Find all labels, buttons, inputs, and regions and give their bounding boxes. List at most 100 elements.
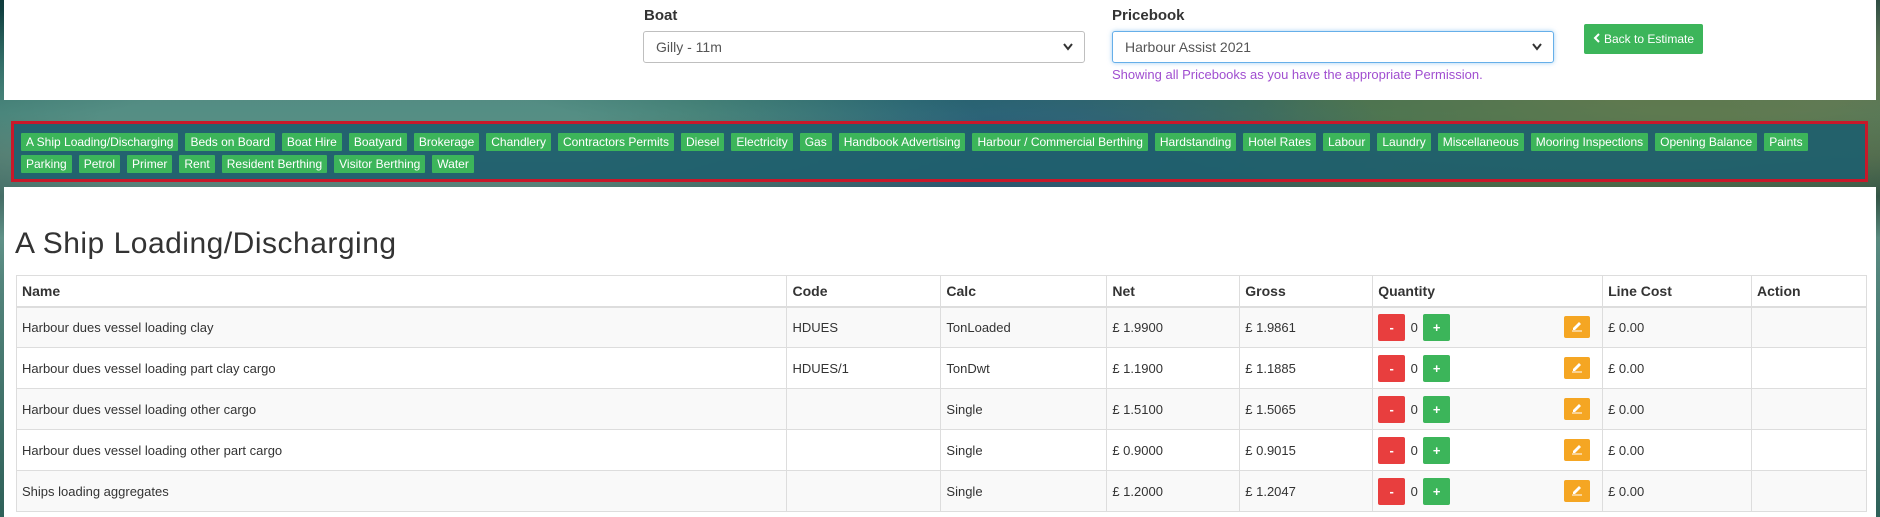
table-header-row: Name Code Calc Net Gross Quantity Line C… [15,275,1867,308]
boat-select-value: Gilly - 11m [656,39,722,55]
edit-quantity-button[interactable] [1564,439,1591,461]
pencil-icon [1571,443,1583,458]
increase-quantity-button[interactable]: + [1423,477,1451,505]
category-button[interactable]: Beds on Board [185,133,275,151]
item-net: £ 0.9000 [1106,429,1241,471]
category-button[interactable]: Mooring Inspections [1530,133,1649,151]
category-button[interactable]: Chandlery [486,133,551,151]
category-button[interactable]: Paints [1764,133,1808,151]
item-action [1751,388,1867,430]
item-quantity: -0 + [1372,347,1604,389]
item-name: Harbour dues vessel loading other cargo [15,388,788,430]
increase-quantity-button[interactable]: + [1423,354,1451,382]
category-button[interactable]: Electricity [731,133,793,151]
category-button[interactable]: Parking [21,155,72,173]
increase-quantity-button[interactable]: + [1423,436,1451,464]
item-name: Harbour dues vessel loading clay [15,306,788,348]
category-button[interactable]: Brokerage [413,133,480,151]
decrease-quantity-button[interactable]: - [1378,436,1406,464]
category-button[interactable]: Opening Balance [1655,133,1758,151]
item-quantity: -0 + [1372,388,1604,430]
column-header-line-cost: Line Cost [1602,275,1752,308]
category-button[interactable]: Rent [179,155,215,173]
category-button[interactable]: Diesel [681,133,725,151]
column-header-code: Code [786,275,942,308]
item-gross: £ 1.2047 [1239,470,1374,512]
item-code: HDUES/1 [786,347,942,389]
category-button[interactable]: Laundry [1377,133,1431,151]
column-header-action: Action [1751,275,1867,308]
category-button[interactable]: Primer [127,155,173,173]
pricebook-select-value: Harbour Assist 2021 [1125,39,1252,55]
increase-quantity-button[interactable]: + [1423,313,1451,341]
item-quantity: -0 + [1372,429,1604,471]
category-button[interactable]: Boatyard [348,133,407,151]
item-action [1751,306,1867,348]
pencil-icon [1571,361,1583,376]
category-button[interactable]: Harbour / Commercial Berthing [972,133,1148,151]
boat-select[interactable]: Gilly - 11m [643,31,1085,63]
item-code [786,388,942,430]
pricebook-items-table: Name Code Calc Net Gross Quantity Line C… [15,275,1867,512]
item-code: HDUES [786,306,942,348]
edit-quantity-button[interactable] [1564,480,1591,502]
column-header-calc: Calc [940,275,1108,308]
increase-quantity-button[interactable]: + [1423,395,1451,423]
item-calc: Single [940,388,1108,430]
category-button[interactable]: Water [432,155,474,173]
pricebook-select[interactable]: Harbour Assist 2021 [1112,31,1554,63]
item-quantity: -0 + [1372,470,1604,512]
category-button[interactable]: Boat Hire [281,133,342,151]
category-list: A Ship Loading/Discharging Beds on Board B… [21,133,1859,173]
item-line-cost: £ 0.00 [1602,429,1752,471]
category-filter-bar: A Ship Loading/Discharging Beds on Board B… [11,121,1868,182]
item-name: Harbour dues vessel loading other part c… [15,429,788,471]
chevron-down-icon [1531,32,1543,73]
item-calc: Single [940,470,1108,512]
column-header-name: Name [15,275,788,308]
decrease-quantity-button[interactable]: - [1378,354,1406,382]
category-button[interactable]: Labour [1322,133,1371,151]
item-line-cost: £ 0.00 [1602,470,1752,512]
item-line-cost: £ 0.00 [1602,388,1752,430]
quantity-value: 0 [1410,401,1418,417]
edit-quantity-button[interactable] [1564,357,1591,379]
back-to-estimate-button[interactable]: Back to Estimate [1584,24,1703,54]
category-button[interactable]: Hotel Rates [1243,133,1316,151]
item-line-cost: £ 0.00 [1602,306,1752,348]
back-to-estimate-label: Back to Estimate [1603,32,1695,46]
quantity-value: 0 [1410,442,1418,458]
item-name: Harbour dues vessel loading part clay ca… [15,347,788,389]
category-button[interactable]: Handbook Advertising [838,133,966,151]
column-header-quantity: Quantity [1372,275,1604,308]
decrease-quantity-button[interactable]: - [1378,395,1406,423]
edit-quantity-button[interactable] [1564,398,1591,420]
category-button[interactable]: Hardstanding [1154,133,1237,151]
item-gross: £ 0.9015 [1239,429,1374,471]
quantity-value: 0 [1410,483,1418,499]
item-net: £ 1.5100 [1106,388,1241,430]
category-button[interactable]: Resident Berthing [221,155,328,173]
item-calc: TonDwt [940,347,1108,389]
category-button[interactable]: Contractors Permits [557,133,674,151]
chevron-left-icon [1593,32,1601,46]
item-action [1751,470,1867,512]
category-button[interactable]: Visitor Berthing [334,155,426,173]
table-row: Harbour dues vessel loading clay HDUES Ton… [15,306,1867,348]
decrease-quantity-button[interactable]: - [1378,313,1406,341]
table-row: Ships loading aggregates Single £ 1.2000 £ … [15,470,1867,512]
category-button[interactable]: Miscellaneous [1437,133,1524,151]
column-header-net: Net [1106,275,1241,308]
category-button[interactable]: A Ship Loading/Discharging [21,133,179,151]
category-button[interactable]: Petrol [78,155,121,173]
decrease-quantity-button[interactable]: - [1378,477,1406,505]
item-action [1751,347,1867,389]
chevron-down-icon [1062,32,1074,73]
item-code [786,429,942,471]
pencil-icon [1571,484,1583,499]
category-button[interactable]: Gas [799,133,832,151]
quantity-value: 0 [1410,319,1418,335]
pricebook-items-panel: A Ship Loading/Discharging Name Code Cal… [4,187,1876,517]
item-gross: £ 1.9861 [1239,306,1374,348]
edit-quantity-button[interactable] [1564,316,1591,339]
